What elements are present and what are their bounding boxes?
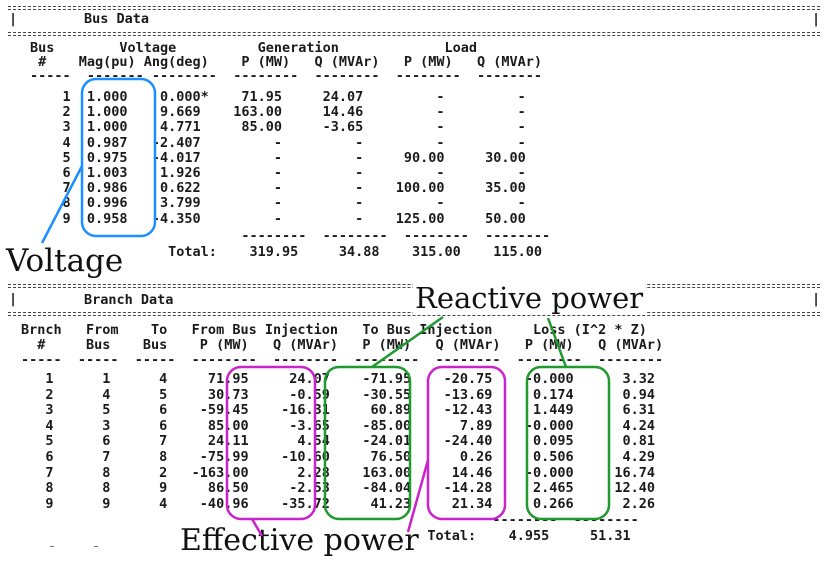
voltage-pointer-line — [40, 165, 84, 244]
reactive-pointer-line-1 — [371, 315, 444, 369]
annotation-overlay — [40, 77, 611, 537]
voltage-box — [80, 77, 157, 238]
reactive-pointer-line-2 — [546, 317, 568, 368]
reactive-box-to — [525, 365, 611, 521]
reactive-box-from — [323, 365, 412, 521]
effective-box-to — [426, 365, 507, 521]
effective-pointer-line-1 — [250, 518, 264, 537]
effective-box-from — [225, 365, 317, 521]
